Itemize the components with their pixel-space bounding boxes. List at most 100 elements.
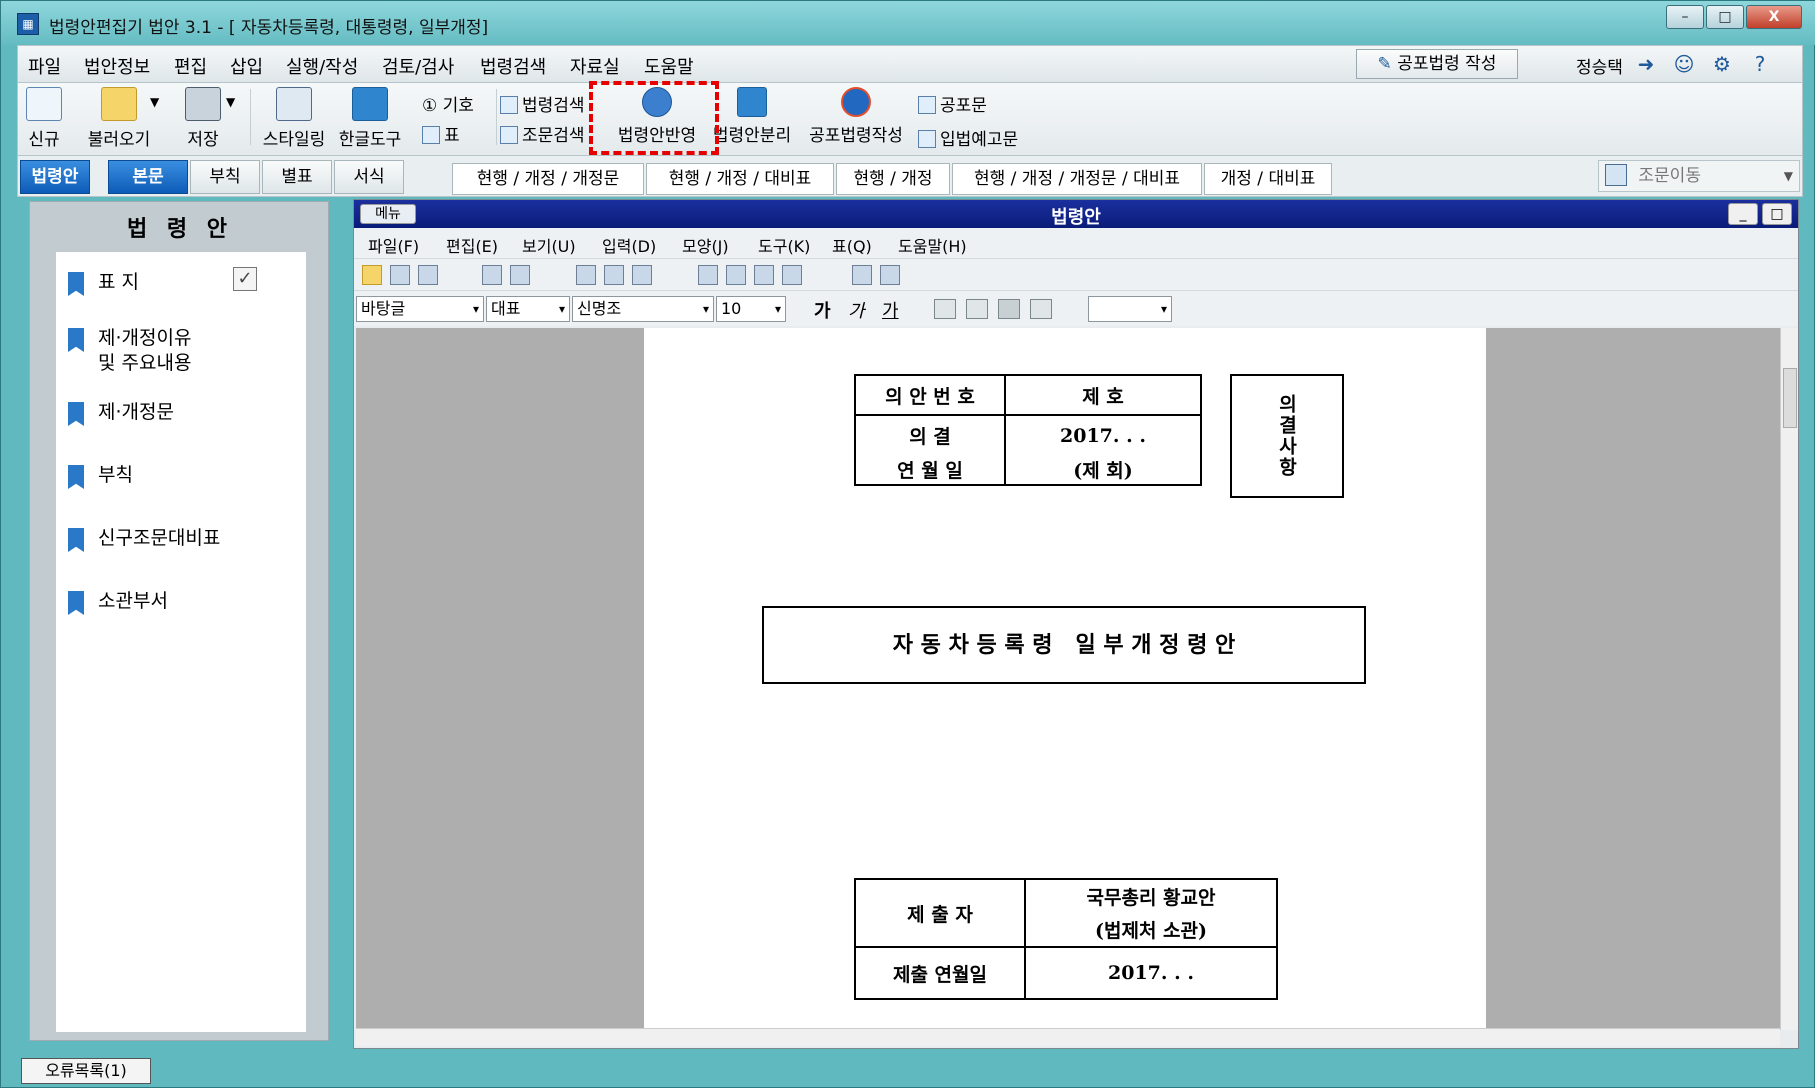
bold-button[interactable]: 가: [814, 297, 831, 323]
table-button[interactable]: 표: [422, 121, 460, 146]
align-left-icon[interactable]: [966, 299, 988, 319]
menu-library[interactable]: 자료실: [570, 53, 620, 79]
cut-icon[interactable]: [576, 265, 596, 285]
menu-insert[interactable]: 삽입: [230, 53, 263, 79]
save-doc-icon[interactable]: [390, 265, 410, 285]
save-button[interactable]: 저장: [178, 87, 228, 150]
view-tab-4[interactable]: 현행 / 개정 / 개정문 / 대비표: [952, 163, 1202, 195]
italic-button[interactable]: 가: [848, 297, 865, 323]
open-dropdown-icon[interactable]: ▼: [150, 95, 159, 109]
style-select[interactable]: 바탕글 ▾: [356, 296, 484, 322]
align-center-icon[interactable]: [998, 299, 1020, 319]
menu-review-check[interactable]: 검토/검사: [382, 53, 454, 79]
error-list-tab[interactable]: 오류목록(1): [21, 1058, 151, 1084]
editor-menu-help[interactable]: 도움말(H): [898, 233, 967, 257]
menu-edit[interactable]: 편집: [174, 53, 207, 79]
editor-minimize-button[interactable]: _: [1728, 203, 1758, 225]
panel-item-cover[interactable]: 표 지: [68, 270, 298, 300]
copy-icon[interactable]: [604, 265, 624, 285]
gear-icon[interactable]: ⚙: [1710, 52, 1734, 76]
panel-item-amendment[interactable]: 제·개정문: [68, 400, 298, 430]
maximize-button[interactable]: □: [1706, 5, 1744, 29]
extra-select[interactable]: ▾: [1088, 296, 1172, 322]
align-right-icon[interactable]: [1030, 299, 1052, 319]
document-area[interactable]: 의 안 번 호 제 호 의 결 2017. . . 연 월 일 (제 회) 의결…: [356, 328, 1780, 1030]
cover-checkbox[interactable]: ✓: [233, 267, 257, 291]
open-button[interactable]: 불러오기: [80, 87, 158, 150]
publish-write-button[interactable]: 공포법령작성: [798, 87, 914, 146]
editor-menu-shape[interactable]: 모양(J): [682, 233, 729, 257]
menu-file[interactable]: 파일: [28, 53, 61, 79]
open-folder-icon[interactable]: [362, 265, 382, 285]
font-select[interactable]: 신명조 ▾: [572, 296, 714, 322]
view-tab-5[interactable]: 개정 / 대비표: [1204, 163, 1332, 195]
underline-button[interactable]: 가: [882, 297, 899, 323]
format-toolbar: 바탕글 ▾ 대표 ▾ 신명조 ▾ 10 ▾ 가 가 가 ▾: [354, 290, 1798, 326]
save-dropdown-icon[interactable]: ▼: [226, 95, 235, 109]
minimize-button[interactable]: –: [1666, 5, 1704, 29]
clipboard-icon[interactable]: [782, 265, 802, 285]
article-search-button[interactable]: 조문검색: [500, 121, 585, 146]
horizontal-scrollbar[interactable]: [356, 1028, 1780, 1046]
panel-item-department[interactable]: 소관부서: [68, 589, 298, 619]
view-tab-2[interactable]: 현행 / 개정 / 대비표: [646, 163, 834, 195]
styling-button[interactable]: 스타일링: [256, 87, 332, 150]
promulgation-button[interactable]: 공포문: [918, 91, 987, 116]
menu-law-search[interactable]: 법령검색: [480, 53, 546, 79]
editor-menu-view[interactable]: 보기(U): [522, 233, 576, 257]
print-icon[interactable]: [418, 265, 438, 285]
menu-help[interactable]: 도움말: [644, 53, 694, 79]
editor-menu-bar: 파일(F) 편집(E) 보기(U) 입력(D) 모양(J) 도구(K) 표(Q)…: [354, 228, 1798, 258]
pre-notice-button[interactable]: 입법예고문: [918, 125, 1018, 150]
new-button[interactable]: 신규: [26, 87, 62, 150]
jump-dropdown-icon[interactable]: ▼: [1784, 161, 1793, 191]
editor-menu-file[interactable]: 파일(F): [368, 233, 419, 257]
editor-title: 법령안: [1051, 207, 1101, 228]
redo-icon[interactable]: [510, 265, 530, 285]
menu-bill-info[interactable]: 법안정보: [84, 53, 150, 79]
editor-menu-input[interactable]: 입력(D): [602, 233, 656, 257]
memo-icon[interactable]: [880, 265, 900, 285]
size-select[interactable]: 10 ▾: [716, 296, 786, 322]
editor-menu-button[interactable]: 메뉴: [360, 204, 416, 224]
bookmark-icon: [68, 402, 84, 426]
outline-select[interactable]: 대표 ▾: [486, 296, 570, 322]
publish-law-button[interactable]: ✎ 공포법령 작성: [1356, 49, 1518, 79]
resolution-side-label: 의결사항: [1230, 374, 1344, 498]
paste-icon[interactable]: [632, 265, 652, 285]
scrollbar-thumb[interactable]: [1783, 368, 1797, 428]
bill-number-value: 제 호: [1004, 374, 1202, 416]
tab-supplementary[interactable]: 부칙: [190, 160, 260, 194]
align-justify-icon[interactable]: [934, 299, 956, 319]
vertical-scrollbar[interactable]: [1780, 328, 1798, 1030]
list-icon[interactable]: [698, 265, 718, 285]
editor-maximize-button[interactable]: □: [1762, 203, 1792, 225]
editor-menu-tools[interactable]: 도구(K): [758, 233, 810, 257]
menu-bar: 파일 법안정보 편집 삽입 실행/작성 검토/검사 법령검색 자료실 도움말 ✎…: [17, 45, 1803, 83]
tab-form[interactable]: 서식: [334, 160, 404, 194]
symbol-button[interactable]: ① 기호: [422, 91, 474, 116]
columns-icon[interactable]: [726, 265, 746, 285]
view-tab-3[interactable]: 현행 / 개정: [836, 163, 950, 195]
logout-icon[interactable]: ➜: [1634, 52, 1658, 76]
panel-item-reason[interactable]: 제·개정이유 및 주요내용: [68, 326, 298, 380]
editor-menu-edit[interactable]: 편집(E): [446, 233, 498, 257]
tab-body[interactable]: 본문: [108, 160, 188, 194]
user-info-icon[interactable]: ☺: [1672, 52, 1696, 76]
tab-annex[interactable]: 별표: [262, 160, 332, 194]
tab-bill[interactable]: 법령안: [20, 160, 90, 194]
help-icon[interactable]: ?: [1748, 52, 1772, 76]
view-tab-1[interactable]: 현행 / 개정 / 개정문: [452, 163, 644, 195]
editor-menu-table[interactable]: 표(Q): [832, 233, 872, 257]
article-jump-field[interactable]: 조문이동 ▼: [1598, 160, 1800, 192]
law-search-button[interactable]: 법령검색: [500, 91, 585, 116]
spellcheck-icon[interactable]: [754, 265, 774, 285]
menu-run-write[interactable]: 실행/작성: [286, 53, 358, 79]
close-button[interactable]: X: [1746, 5, 1802, 29]
document-page[interactable]: 의 안 번 호 제 호 의 결 2017. . . 연 월 일 (제 회) 의결…: [644, 328, 1486, 1030]
edit-memo-icon[interactable]: [852, 265, 872, 285]
panel-item-supplementary[interactable]: 부칙: [68, 463, 298, 493]
hangul-tool-button[interactable]: 한글도구: [332, 87, 408, 150]
panel-item-comparison[interactable]: 신구조문대비표: [68, 526, 298, 556]
undo-icon[interactable]: [482, 265, 502, 285]
